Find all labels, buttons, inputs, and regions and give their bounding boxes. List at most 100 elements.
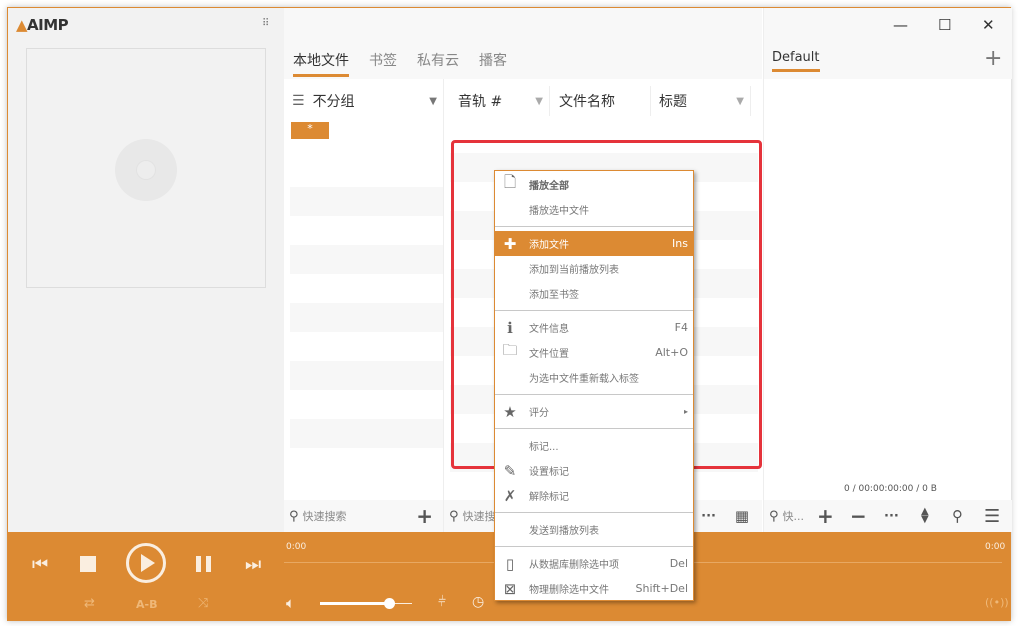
menu-grip-icon[interactable]: ⠿: [262, 18, 269, 29]
more-icon[interactable]: ···: [701, 509, 716, 524]
menu-item-label: 添加文件: [529, 240, 569, 251]
star-icon: ★: [503, 402, 517, 421]
column-label: 标题: [659, 94, 687, 110]
volume-slider[interactable]: [320, 598, 412, 609]
menu-separator: [495, 546, 693, 547]
column-filename[interactable]: 文件名称: [551, 86, 651, 116]
disc-icon: [115, 139, 177, 201]
menu-item[interactable]: 🗋 播放全部: [495, 172, 693, 197]
playlist-summary: 0 / 00:00:00:00 / 0 B: [844, 484, 937, 494]
menu-item-label: 为选中文件重新载入标签: [529, 374, 639, 385]
menu-item[interactable]: ✗ 解除标记: [495, 483, 693, 508]
playlist-panel: Default + 0 / 00:00:00:00 / 0 B ⚲ 快... +…: [763, 8, 1012, 532]
pause-icon[interactable]: [196, 556, 201, 572]
menu-item[interactable]: 播放选中文件: [495, 197, 693, 222]
tab-private-cloud[interactable]: 私有云: [417, 50, 459, 74]
shuffle-icon[interactable]: ⤨: [198, 596, 208, 611]
playlist-search-input[interactable]: 快...: [783, 508, 805, 524]
stop-icon[interactable]: [80, 556, 96, 572]
next-icon[interactable]: ⏭: [245, 554, 261, 575]
equalizer-icon[interactable]: ⫩: [438, 594, 446, 610]
play-button[interactable]: [126, 543, 166, 583]
menu-item[interactable]: ⊠ 物理删除选中文件 Shift+Del: [495, 576, 693, 601]
grid-view-icon[interactable]: ▦: [735, 507, 749, 525]
menu-item-label: 评分: [529, 408, 549, 419]
menu-item-shortcut: Alt+O: [655, 346, 688, 359]
menu-icon[interactable]: ☰: [984, 506, 1000, 527]
tab-default-playlist[interactable]: Default: [772, 50, 820, 72]
menu-item[interactable]: 为选中文件重新载入标签: [495, 365, 693, 390]
left-panel: ▲AIMP ⠿: [8, 8, 284, 532]
volume-handle[interactable]: [384, 598, 395, 609]
volume-icon[interactable]: 🔈︎: [286, 594, 295, 612]
menu-item[interactable]: 添加到当前播放列表: [495, 256, 693, 281]
menu-item[interactable]: ▯ 从数据库删除选中项 Del: [495, 551, 693, 576]
sort-icon[interactable]: ▲ ▼: [921, 507, 929, 525]
menu-item-label: 文件信息: [529, 324, 569, 335]
tab-bookmarks[interactable]: 书签: [369, 50, 397, 74]
filter-icon[interactable]: ▼: [736, 96, 744, 107]
filter-icon[interactable]: ▼: [535, 96, 543, 107]
menu-item-label: 播放全部: [529, 181, 569, 192]
menu-item-label: 添加至书签: [529, 290, 579, 301]
maximize-button[interactable]: ☐: [938, 16, 951, 34]
album-art: [26, 48, 266, 288]
context-menu: 🗋 播放全部 播放选中文件 ✚ 添加文件 Ins 添加到当前播放列表 添加至书签 ℹ 文件信息 F4…: [494, 170, 694, 601]
close-button[interactable]: ✕: [982, 16, 995, 34]
menu-item[interactable]: ✎ 设置标记: [495, 458, 693, 483]
menu-item[interactable]: ★ 评分 ▸: [495, 399, 693, 424]
menu-item[interactable]: 发送到播放列表: [495, 517, 693, 542]
menu-item-label: 发送到播放列表: [529, 526, 599, 537]
submenu-arrow-icon: ▸: [683, 407, 688, 416]
grouping-dropdown[interactable]: ☰ 不分组 ▼: [284, 86, 443, 116]
menu-item-label: 从数据库删除选中项: [529, 560, 619, 571]
previous-icon[interactable]: ⏮: [32, 554, 48, 575]
menu-separator: [495, 310, 693, 311]
menu-item-label: 标记...: [529, 442, 559, 453]
menu-item[interactable]: 标记...: [495, 433, 693, 458]
minimize-button[interactable]: —: [893, 16, 908, 34]
add-icon[interactable]: +: [817, 504, 834, 528]
group-rows: [290, 158, 443, 448]
track-search-input[interactable]: 快速搜: [463, 508, 496, 524]
remove-icon[interactable]: −: [850, 504, 867, 528]
total-time: 0:00: [985, 542, 1006, 552]
info-icon: ℹ: [507, 318, 513, 337]
menu-item[interactable]: ℹ 文件信息 F4: [495, 315, 693, 340]
menu-item[interactable]: 🗀 文件位置 Alt+O: [495, 340, 693, 365]
group-search-input[interactable]: 快速搜索: [303, 508, 347, 524]
ab-repeat-button[interactable]: A-B: [136, 598, 157, 611]
search-icon: ⚲: [769, 508, 779, 524]
search-icon: ⚲: [449, 508, 459, 524]
search-icon: ⚲: [289, 508, 299, 524]
more-icon[interactable]: ···: [884, 509, 899, 524]
add-playlist-button[interactable]: +: [984, 46, 1002, 71]
menu-item[interactable]: 添加至书签: [495, 281, 693, 306]
column-track[interactable]: 音轨 # ▼: [450, 86, 550, 116]
column-label: 文件名称: [559, 94, 615, 110]
playlist-toolbar: ⚲ 快... + − ··· ▲ ▼ ⚲ ☰: [764, 500, 1012, 532]
menu-item-shortcut: Ins: [672, 237, 688, 250]
menu-item-label: 添加到当前播放列表: [529, 265, 619, 276]
grouping-label: 不分组: [312, 94, 355, 110]
repeat-icon[interactable]: ⇄: [84, 596, 95, 611]
group-item[interactable]: *: [291, 122, 329, 139]
menu-item-shortcut: Shift+Del: [635, 582, 688, 595]
hamburger-icon: ☰: [292, 93, 305, 109]
menu-separator: [495, 428, 693, 429]
find-icon[interactable]: ⚲: [952, 507, 963, 525]
broadcast-icon[interactable]: ((•)): [985, 596, 1009, 609]
column-title[interactable]: 标题 ▼: [651, 86, 751, 116]
tab-local-files[interactable]: 本地文件: [293, 50, 349, 77]
delete-file-icon: ⊠: [503, 579, 517, 598]
volume-fill: [320, 602, 389, 605]
tab-podcasts[interactable]: 播客: [479, 50, 507, 74]
add-icon[interactable]: +: [416, 504, 433, 528]
pin-remove-icon: ✗: [503, 486, 517, 505]
menu-separator: [495, 394, 693, 395]
menu-item[interactable]: ✚ 添加文件 Ins: [495, 231, 693, 256]
timer-icon[interactable]: ◷: [472, 594, 484, 610]
chevron-down-icon: ▼: [429, 95, 437, 107]
folder-icon: 🗀: [502, 341, 518, 359]
plus-icon: ✚: [503, 234, 517, 253]
